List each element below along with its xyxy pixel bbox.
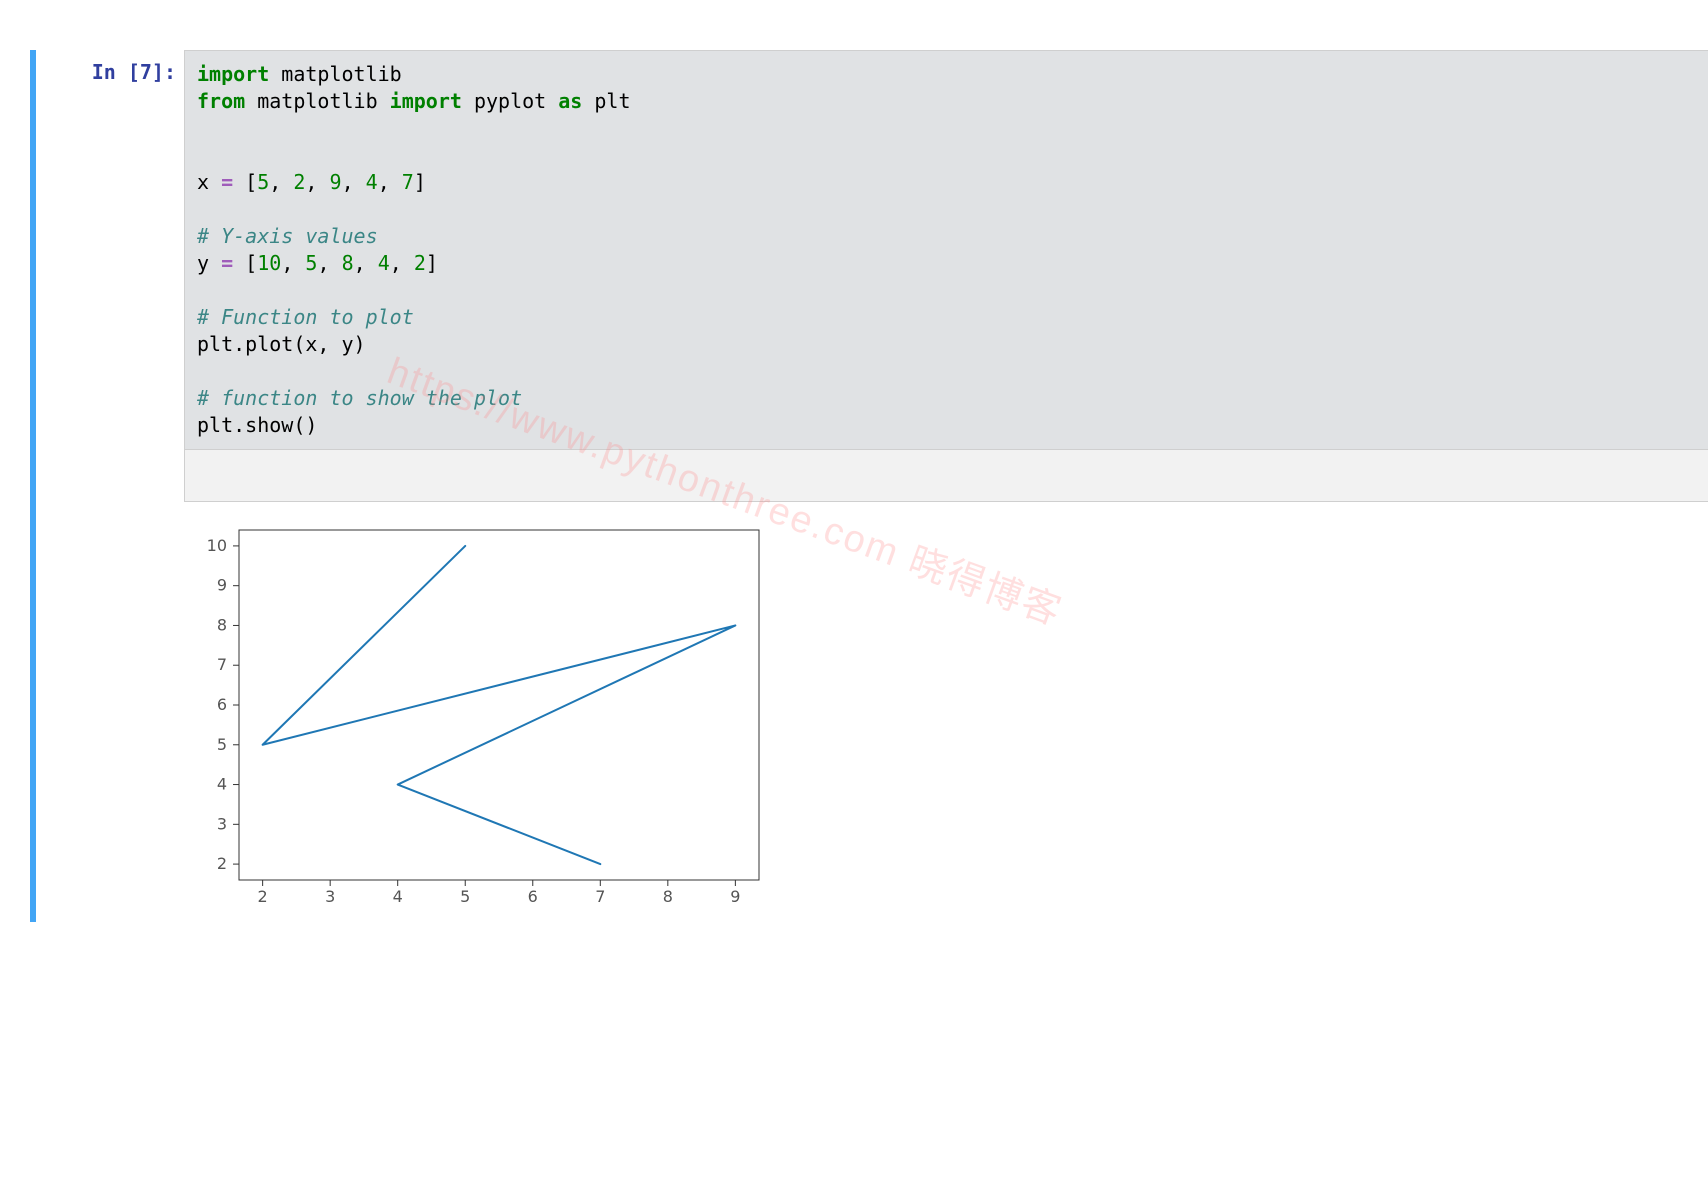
svg-text:7: 7	[217, 655, 227, 674]
svg-text:3: 3	[217, 814, 227, 833]
svg-text:2: 2	[258, 887, 268, 906]
svg-text:9: 9	[217, 576, 227, 595]
line-chart: 2 3 4 5 6 7 8 9 2 3 4 5 6 7 8 9 10	[184, 512, 784, 922]
code-editor[interactable]: import matplotlib from matplotlib import…	[184, 50, 1708, 450]
svg-text:8: 8	[663, 887, 673, 906]
input-row: In [7]: import matplotlib from matplotli…	[46, 50, 1708, 450]
input-prompt: In [7]:	[46, 50, 184, 450]
svg-text:7: 7	[595, 887, 605, 906]
code-cell: In [7]: import matplotlib from matplotli…	[30, 50, 1708, 922]
svg-text:8: 8	[217, 615, 227, 634]
notebook-page: https://www.pythonthree.com 晓得博客 In [7]:…	[0, 0, 1708, 1178]
code-cell-bottom-pad	[184, 450, 1708, 502]
svg-text:2: 2	[217, 854, 227, 873]
svg-text:5: 5	[460, 887, 470, 906]
output-row: 2 3 4 5 6 7 8 9 2 3 4 5 6 7 8 9 10	[46, 508, 1708, 922]
svg-text:9: 9	[730, 887, 740, 906]
svg-text:10: 10	[207, 536, 227, 555]
svg-text:4: 4	[393, 887, 403, 906]
svg-text:6: 6	[217, 695, 227, 714]
svg-text:5: 5	[217, 735, 227, 754]
chart-output: 2 3 4 5 6 7 8 9 2 3 4 5 6 7 8 9 10	[184, 508, 784, 922]
svg-text:6: 6	[528, 887, 538, 906]
svg-text:4: 4	[217, 775, 227, 794]
svg-text:3: 3	[325, 887, 335, 906]
